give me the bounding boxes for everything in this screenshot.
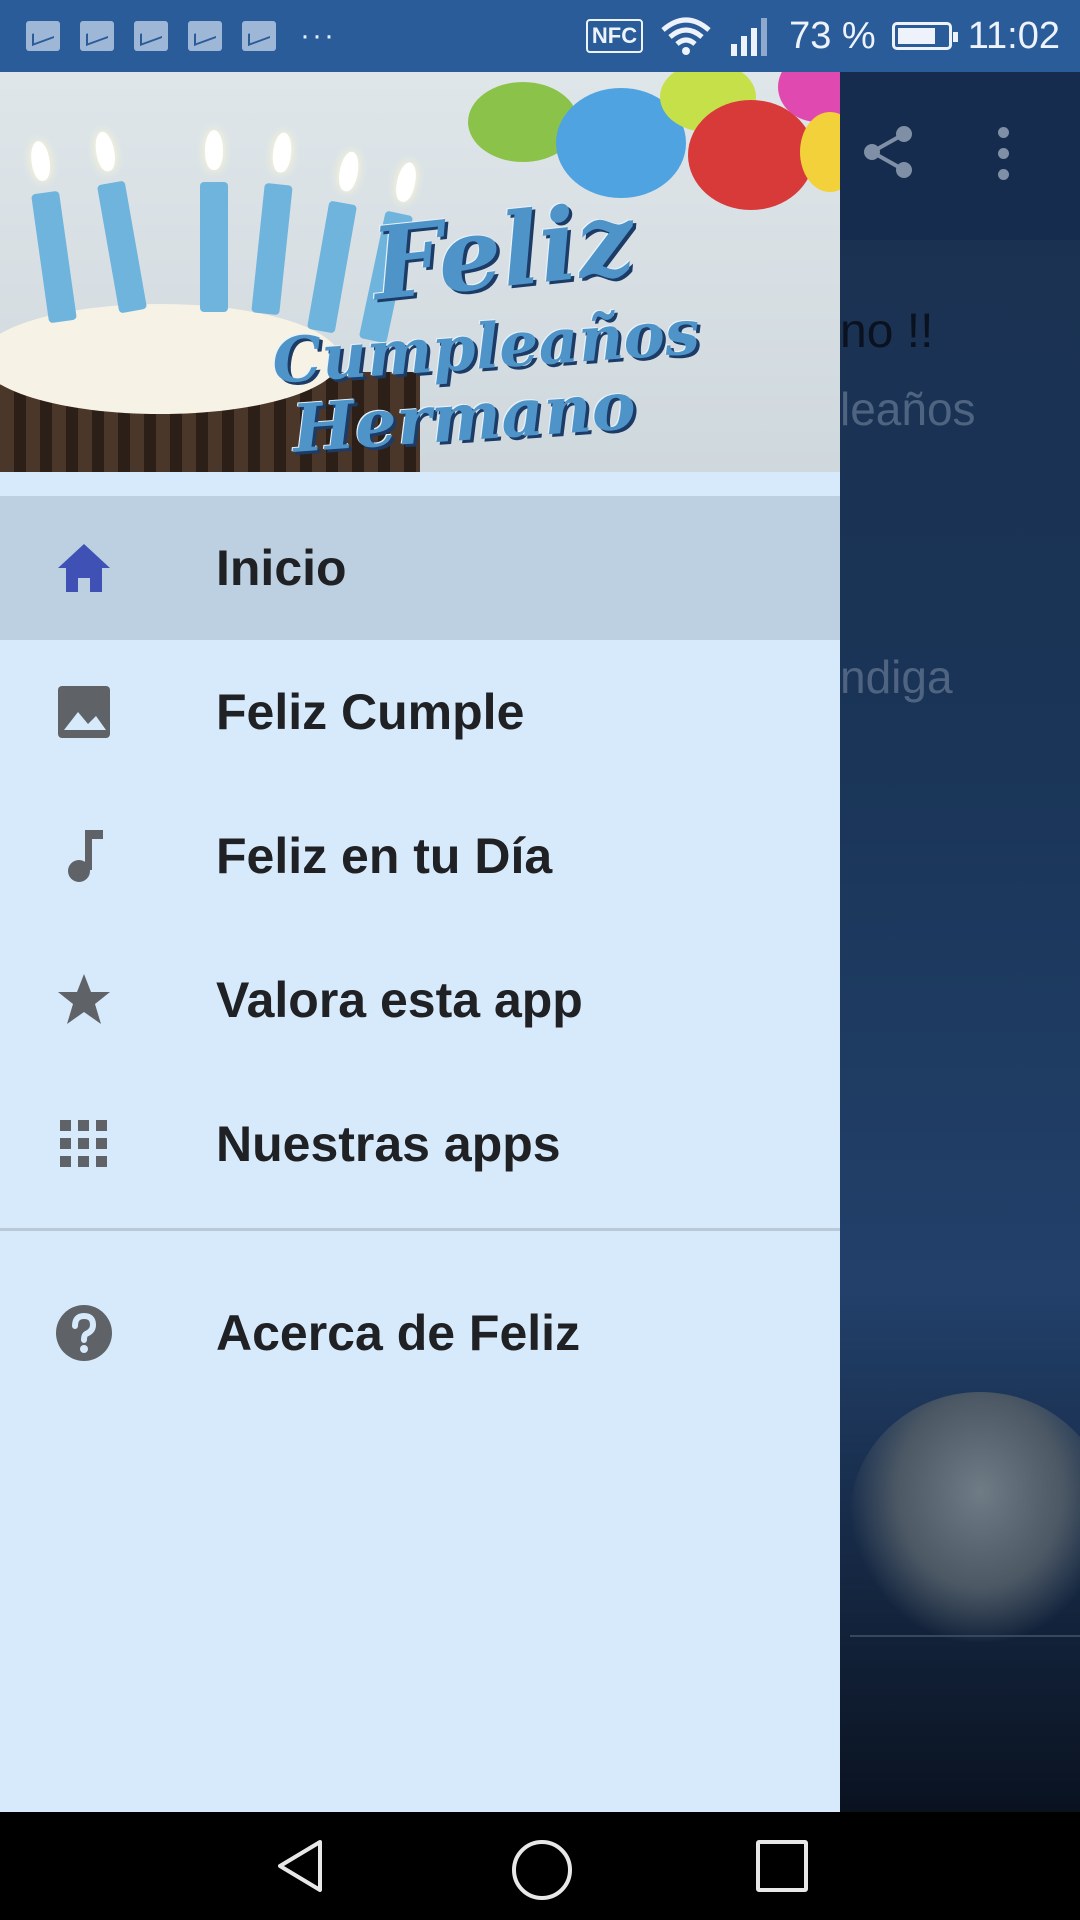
clock: 11:02 (967, 14, 1060, 57)
candle (96, 180, 148, 314)
menu-item-inicio[interactable]: Inicio (0, 496, 840, 640)
background-heading: no !! (840, 305, 934, 358)
more-notifications-indicator: ··· (300, 19, 336, 52)
battery-icon (891, 22, 958, 50)
background-text: ndiga (840, 651, 953, 703)
menu-divider (0, 1228, 840, 1231)
recent-apps-icon[interactable] (756, 1840, 808, 1892)
nfc-icon: NFC (585, 19, 644, 53)
battery-percent: 73 % (789, 14, 876, 57)
menu-item-nuestras-apps[interactable]: Nuestras apps (0, 1072, 840, 1216)
system-navigation-bar (0, 1812, 1080, 1920)
back-icon[interactable] (272, 1838, 328, 1894)
notification-icon (242, 21, 276, 51)
background-text: leaños (840, 383, 976, 435)
home-icon (58, 544, 110, 592)
battery-level (897, 28, 935, 44)
status-bar: ··· NFC 73 % 11:02 (0, 0, 1080, 72)
divider (850, 1635, 1080, 1637)
music-note-icon (68, 830, 103, 882)
image-icon (58, 686, 110, 738)
drawer-menu: Inicio Feliz Cumple Feliz en tu Día Valo… (0, 496, 840, 1405)
navigation-drawer[interactable]: Feliz Cumpleaños Hermano Inicio Feliz Cu… (0, 72, 840, 1812)
more-options-icon[interactable] (998, 127, 1010, 181)
menu-item-label: Inicio (216, 540, 347, 596)
star-icon (58, 974, 110, 1024)
notification-icons: ··· (26, 19, 336, 53)
menu-item-feliz-en-tu-dia[interactable]: Feliz en tu Día (0, 784, 840, 928)
apps-grid-icon (60, 1120, 107, 1167)
menu-item-label: Feliz en tu Día (216, 828, 553, 884)
notification-icon (188, 21, 222, 51)
menu-item-valora-esta-app[interactable]: Valora esta app (0, 928, 840, 1072)
menu-item-acerca-de[interactable]: Acerca de Feliz (0, 1261, 840, 1405)
home-button-icon[interactable] (512, 1840, 572, 1900)
notification-icon (134, 21, 168, 51)
menu-item-label: Nuestras apps (216, 1116, 561, 1172)
wifi-icon (661, 17, 711, 55)
cloud-image (850, 1392, 1080, 1642)
drawer-header-image: Feliz Cumpleaños Hermano (0, 72, 840, 472)
candle (200, 130, 228, 312)
menu-item-label: Feliz Cumple (216, 684, 525, 740)
help-icon (56, 1305, 112, 1361)
menu-item-label: Valora esta app (216, 972, 583, 1028)
candle (31, 190, 77, 324)
share-icon[interactable] (858, 122, 918, 182)
notification-icon (80, 21, 114, 51)
signal-icon (731, 18, 768, 56)
menu-item-feliz-cumple[interactable]: Feliz Cumple (0, 640, 840, 784)
drawer-header-title: Feliz Cumpleaños Hermano (262, 179, 822, 468)
menu-item-label: Acerca de Feliz (216, 1305, 581, 1361)
notification-icon (26, 21, 60, 51)
